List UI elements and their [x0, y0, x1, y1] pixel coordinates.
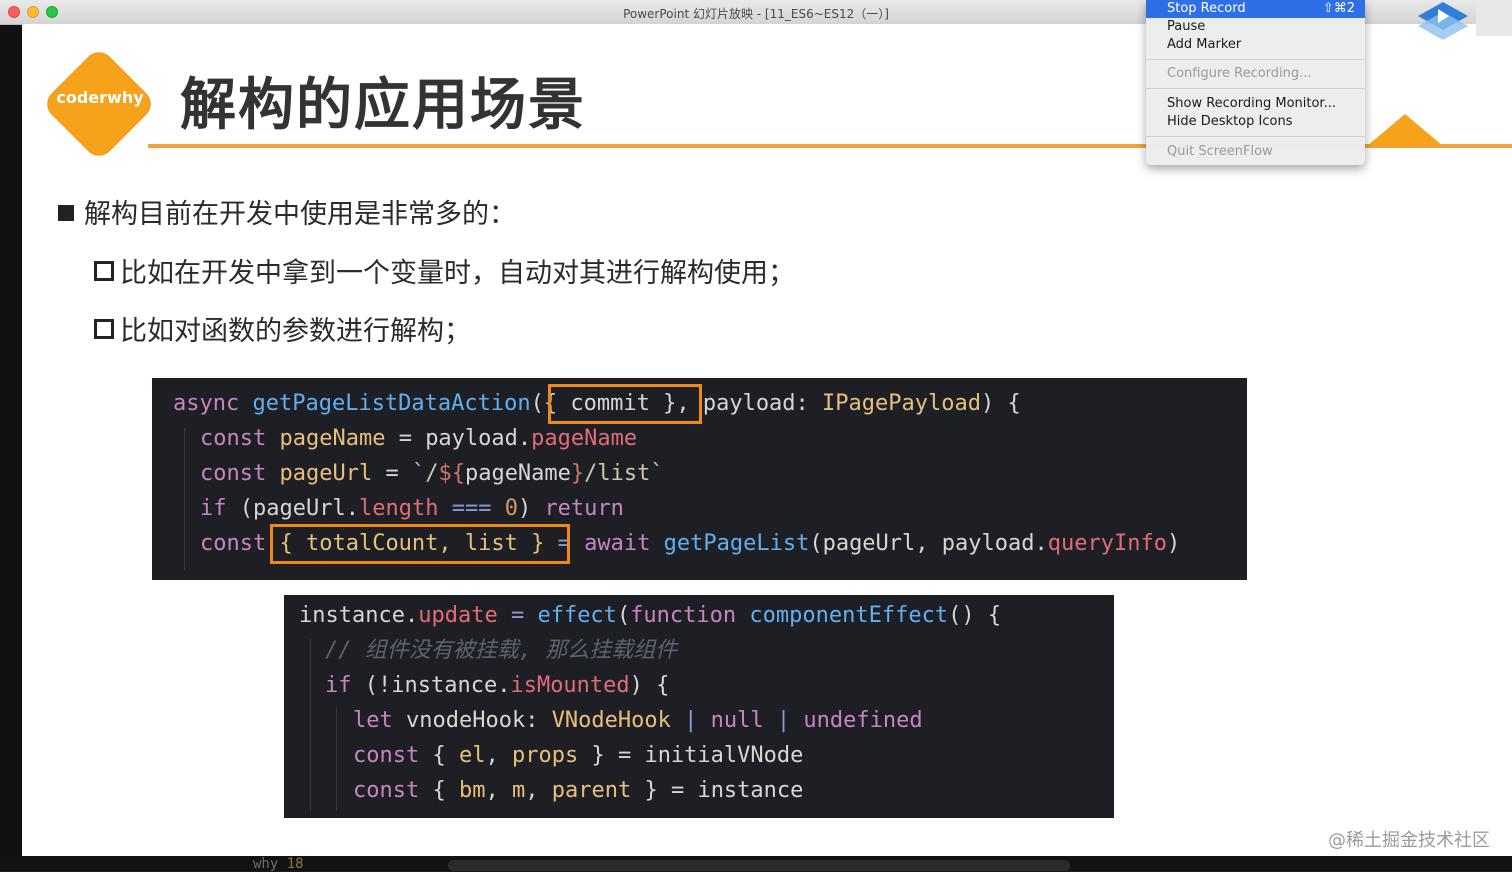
screenflow-status-icon[interactable]: [1414, 0, 1472, 44]
code-line: if (pageUrl.length === 0) return: [200, 496, 624, 521]
bullet-level1: 解构目前在开发中使用是非常多的：: [58, 192, 516, 231]
bullet-text: 比如对函数的参数进行解构；: [120, 316, 471, 347]
code-line: const pageUrl = `/${pageName}/list`: [200, 461, 664, 486]
hollow-square-bullet-icon: [94, 319, 114, 339]
bullet-text: 比如在开发中拿到一个变量时，自动对其进行解构使用；: [120, 258, 795, 289]
hollow-square-bullet-icon: [94, 261, 114, 281]
stop-record-shortcut: ⇧⌘2: [1322, 1, 1355, 16]
watermark: @稀土掘金技术社区: [1328, 830, 1490, 851]
menu-item-quit-screenflow[interactable]: Quit ScreenFlow: [1146, 143, 1365, 161]
code-line: if (!instance.isMounted) {: [325, 673, 670, 698]
menu-separator: [1146, 136, 1365, 137]
cropped-menubar-icon: [1476, 0, 1512, 36]
menu-item-hide-desktop-icons[interactable]: Hide Desktop Icons: [1146, 113, 1365, 131]
playback-progress-bar[interactable]: [448, 860, 1070, 871]
filled-square-bullet-icon: [58, 205, 74, 221]
presentation-window: PowerPoint 幻灯片放映 - [11_ES6~ES12（一）] code…: [0, 0, 1512, 872]
code-block-effect: instance.update = effect(function compon…: [284, 595, 1114, 818]
menu-separator: [1146, 59, 1365, 60]
bullet-level2: 比如在开发中拿到一个变量时，自动对其进行解构使用；: [94, 251, 795, 290]
indent-guide: [184, 428, 185, 570]
screenflow-menu: Stop Record ⇧⌘2 Pause Add Marker Configu…: [1146, 0, 1365, 165]
code-line: const { el, props } = initialVNode: [353, 743, 804, 768]
indent-guide: [336, 707, 337, 811]
slide-title: 解构的应用场景: [180, 73, 586, 138]
menu-item-configure-recording[interactable]: Configure Recording...: [1146, 65, 1365, 83]
menu-item-stop-record[interactable]: Stop Record ⇧⌘2: [1146, 0, 1365, 18]
menu-separator: [1146, 88, 1365, 89]
code-line: const { bm, m, parent } = instance: [353, 778, 804, 803]
indent-guide: [310, 639, 311, 811]
code-line: instance.update = effect(function compon…: [299, 603, 1002, 628]
decorative-peak-icon: [1367, 114, 1443, 146]
code-block-action: async getPageListDataAction({ commit }, …: [152, 378, 1247, 580]
logo-text: coderwhy: [56, 88, 144, 107]
menu-item-show-recording-monitor[interactable]: Show Recording Monitor...: [1146, 95, 1365, 113]
commit-highlight-box: [548, 384, 702, 424]
menu-item-add-marker[interactable]: Add Marker: [1146, 36, 1365, 54]
totalcount-highlight-box: [270, 524, 570, 564]
code-line: const pageName = payload.pageName: [200, 426, 638, 451]
code-line: let vnodeHook: VNodeHook | null | undefi…: [353, 708, 923, 733]
menu-item-pause[interactable]: Pause: [1146, 18, 1365, 36]
bullet-level2: 比如对函数的参数进行解构；: [94, 309, 471, 348]
bullet-text: 解构目前在开发中使用是非常多的：: [84, 199, 516, 230]
bottom-label: why 18: [253, 856, 304, 872]
code-comment: // 组件没有被挂载, 那么挂载组件: [325, 638, 678, 663]
